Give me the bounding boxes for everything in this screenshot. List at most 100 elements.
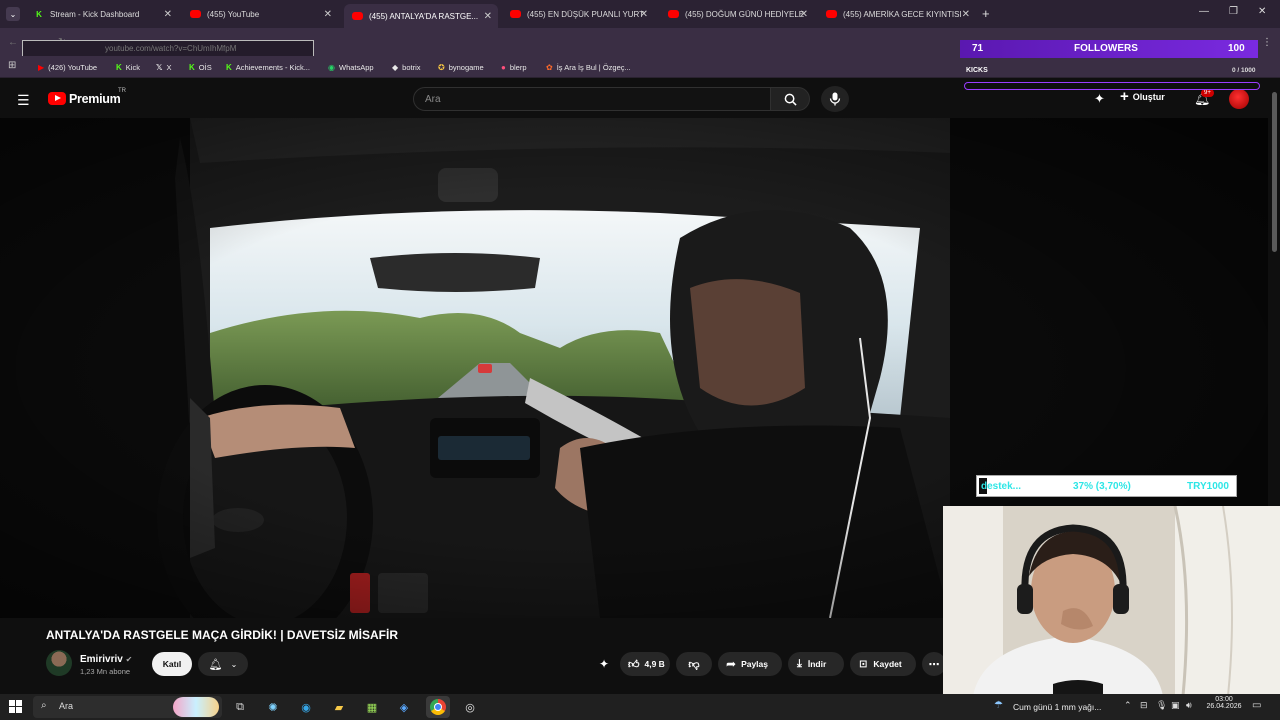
close-icon[interactable]: ✕ bbox=[640, 9, 648, 20]
bookmark-item[interactable]: ✿ İş Ara İş Bul | Özgeç... bbox=[546, 60, 631, 74]
kick-icon: K bbox=[36, 9, 42, 19]
bookmark-item[interactable]: 𝕏X bbox=[156, 60, 171, 74]
blerp-icon: ● bbox=[501, 62, 506, 72]
bookmark-item[interactable]: K Achievements - Kick... bbox=[226, 60, 310, 74]
youtube-icon bbox=[668, 10, 679, 18]
more-menu-icon[interactable]: ⋮ bbox=[1262, 37, 1272, 48]
minimize-icon[interactable]: — bbox=[1199, 6, 1209, 17]
copilot-icon[interactable]: ✺ bbox=[265, 699, 281, 715]
youtube-premium-logo[interactable]: Premium bbox=[69, 92, 121, 106]
sparkle-icon[interactable]: ✦ bbox=[599, 657, 609, 671]
edge-icon[interactable]: ◉ bbox=[298, 699, 314, 715]
bell-icon: 🔔︎ bbox=[208, 658, 223, 671]
create-button[interactable]: + Oluştur bbox=[1120, 88, 1165, 105]
tab-search-button[interactable]: ⌄ bbox=[6, 7, 20, 21]
clock-time: 03:00 bbox=[1215, 696, 1233, 703]
plus-icon: + bbox=[1120, 88, 1129, 105]
chrome-taskbar-button[interactable] bbox=[426, 696, 450, 718]
bookmark-item[interactable]: ◆ botrix bbox=[392, 60, 421, 74]
network-icon[interactable]: ⊟ bbox=[1140, 700, 1148, 711]
search-icon: ⌕ bbox=[41, 700, 47, 711]
bookmark-item[interactable]: ▶ (426) YouTube bbox=[38, 60, 97, 74]
notification-badge: 9+ bbox=[1201, 89, 1214, 97]
youtube-icon bbox=[352, 12, 363, 20]
x-logo-icon: 𝕏 bbox=[156, 62, 163, 72]
play-glyph bbox=[55, 95, 61, 101]
taskbar-search-box[interactable]: ⌕ Ara bbox=[33, 696, 222, 718]
like-button[interactable]: 👍︎ 4,9 B bbox=[620, 652, 670, 676]
window-close-icon[interactable]: ✕ bbox=[1258, 6, 1266, 17]
new-tab-plus-icon[interactable]: + bbox=[982, 6, 990, 21]
bookmark-item[interactable]: K Kick bbox=[116, 60, 140, 74]
save-button[interactable]: ⊡ Kaydet bbox=[850, 652, 916, 676]
close-icon[interactable]: ✕ bbox=[962, 9, 970, 20]
donation-goal-widget: destek... 37% (3,70%) TRY1000 bbox=[976, 475, 1237, 497]
close-icon[interactable]: ✕ bbox=[484, 11, 492, 22]
whatsapp-icon: ◉ bbox=[328, 62, 335, 72]
channel-avatar[interactable] bbox=[46, 650, 72, 676]
close-icon[interactable]: ✕ bbox=[800, 9, 808, 20]
file-explorer-icon[interactable]: ▰ bbox=[331, 699, 347, 715]
donation-goal: TRY1000 bbox=[1187, 481, 1229, 492]
kicks-progress-text: 0 / 1000 bbox=[1232, 67, 1256, 74]
kicks-progress-bar bbox=[964, 82, 1260, 90]
chevron-up-icon[interactable]: ⌃ bbox=[1124, 700, 1132, 711]
app-icon[interactable]: ◈ bbox=[396, 699, 412, 715]
weather-icon: ☂ bbox=[994, 700, 1003, 711]
dislike-button[interactable]: 👎︎ bbox=[676, 652, 712, 676]
subscriber-count: 1,23 Mn abone bbox=[80, 667, 131, 676]
browser-tab-active[interactable]: (455) ANTALYA'DA RASTGE... ✕ bbox=[344, 4, 498, 28]
weather-text[interactable]: Cum günü 1 mm yağı... bbox=[1013, 702, 1101, 712]
notification-center-icon[interactable]: ▭ bbox=[1252, 700, 1261, 711]
chrome-icon bbox=[430, 699, 446, 715]
browser-tab[interactable]: (455) AMERİKA GECE KIYINTISI ✕ bbox=[818, 3, 976, 25]
clock[interactable]: 03:00 26.04.2026 bbox=[1204, 696, 1244, 710]
more-horizontal-icon: ⋯ bbox=[928, 658, 940, 671]
browser-tab[interactable]: K Stream - Kick Dashboard ✕ bbox=[26, 3, 178, 25]
subscription-notify-button[interactable]: 🔔︎ ⌄ bbox=[198, 652, 248, 676]
windows-start-icon[interactable] bbox=[9, 700, 23, 714]
youtube-icon: ▶ bbox=[38, 62, 45, 72]
voice-search-button[interactable] bbox=[821, 86, 849, 112]
avatar[interactable] bbox=[1229, 89, 1249, 109]
close-icon[interactable]: ✕ bbox=[324, 9, 332, 20]
scrollbar-thumb[interactable] bbox=[1272, 92, 1277, 252]
search-highlight-art bbox=[173, 697, 219, 717]
maximize-icon[interactable]: ❐ bbox=[1229, 6, 1238, 17]
cast-gear-icon[interactable]: ✦ bbox=[1094, 91, 1105, 107]
bookmark-item[interactable]: K OİS bbox=[189, 60, 212, 74]
browser-tab[interactable]: (455) EN DÜŞÜK PUANLI YURT ✕ bbox=[502, 3, 654, 25]
browser-tab[interactable]: (455) YouTube ✕ bbox=[182, 3, 338, 25]
volume-icon[interactable]: 🔊︎ bbox=[1186, 700, 1192, 711]
verified-check-icon: ✔ bbox=[125, 655, 133, 664]
address-bar[interactable]: youtube.com/watch?v=ChUmIhMfpM bbox=[22, 40, 314, 57]
store-icon[interactable]: ▦ bbox=[364, 699, 380, 715]
share-button[interactable]: ➦ Paylaş bbox=[718, 652, 782, 676]
menu-icon[interactable]: ☰ bbox=[17, 92, 30, 109]
donation-percent: 37% (3,70%) bbox=[1073, 481, 1131, 492]
tray-icon[interactable]: ▣ bbox=[1171, 700, 1180, 711]
bookmark-item[interactable]: ◉ WhatsApp bbox=[328, 60, 374, 74]
download-button[interactable]: ⤓ İndir bbox=[788, 652, 844, 676]
close-icon[interactable]: ✕ bbox=[164, 9, 172, 20]
region-badge: TR bbox=[118, 88, 126, 94]
youtube-icon bbox=[826, 10, 837, 18]
apps-grid-icon[interactable]: ⊞ bbox=[8, 60, 16, 71]
browser-tab[interactable]: (455) DOĞUM GÜNÜ HEDİYELE ✕ bbox=[660, 3, 814, 25]
kick-icon: K bbox=[116, 62, 122, 72]
back-icon[interactable]: ← bbox=[8, 37, 18, 48]
youtube-icon bbox=[510, 10, 521, 18]
thumbs-down-icon: 👎︎ bbox=[688, 658, 700, 671]
bookmark-item[interactable]: ✪ bynogame bbox=[438, 60, 484, 74]
search-button[interactable] bbox=[770, 87, 810, 111]
start-tile bbox=[16, 700, 22, 706]
channel-name[interactable]: Emirivriv ✔ bbox=[80, 654, 132, 665]
microphone-tray-icon[interactable]: 🎙︎ bbox=[1156, 700, 1167, 711]
bookmark-item[interactable]: ● blerp bbox=[501, 60, 527, 74]
task-view-icon[interactable]: ⧉ bbox=[232, 699, 248, 715]
join-button[interactable]: Katıl bbox=[152, 652, 192, 676]
search-input[interactable]: Ara bbox=[413, 87, 771, 111]
start-tile bbox=[9, 707, 15, 713]
youtube-logo-icon[interactable] bbox=[48, 92, 66, 105]
obs-icon[interactable]: ◎ bbox=[462, 699, 478, 715]
